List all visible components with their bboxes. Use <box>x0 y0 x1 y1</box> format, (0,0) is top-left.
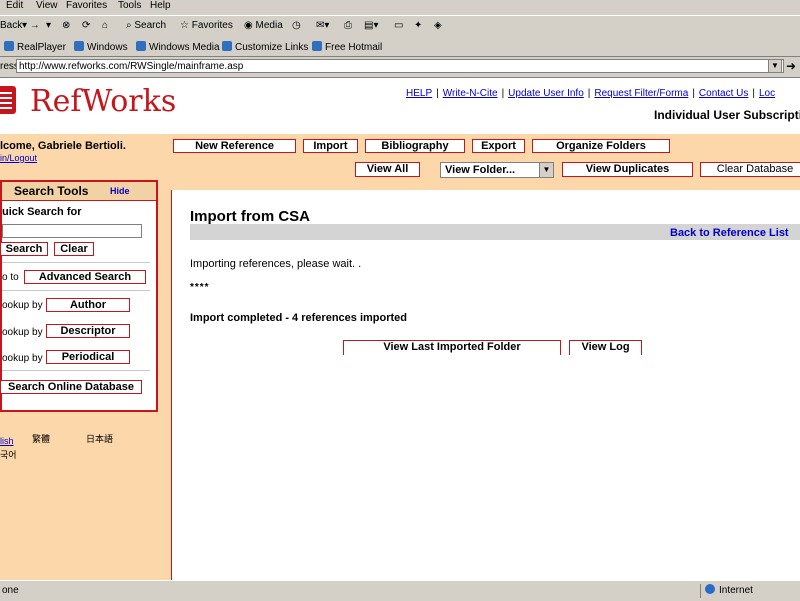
logout-link[interactable]: Loc <box>759 88 775 99</box>
home-icon[interactable]: ⌂ <box>102 20 108 31</box>
search-online-database-button[interactable]: Search Online Database <box>0 380 142 394</box>
request-filter-link[interactable]: Request Filter/Forma <box>594 88 688 99</box>
link-free-hotmail[interactable]: Free Hotmail <box>312 41 382 53</box>
ie-page-icon <box>136 41 146 51</box>
view-log-button[interactable]: View Log <box>569 340 642 355</box>
link-customize-links[interactable]: Customize Links <box>222 41 308 53</box>
view-folder-value: View Folder... <box>445 164 516 176</box>
view-all-button[interactable]: View All <box>355 162 420 177</box>
quick-search-label: uick Search for <box>2 206 82 218</box>
discuss-icon[interactable]: ▭ <box>394 20 403 31</box>
page-header: RefWorks HELP | Write-N-Cite | Update User I… <box>0 78 800 134</box>
globe-icon <box>705 584 715 594</box>
ie-page-icon <box>4 41 14 51</box>
english-link[interactable]: lish <box>0 436 14 446</box>
chevron-down-icon[interactable]: ▼ <box>539 163 553 177</box>
clear-database-button[interactable]: Clear Database <box>700 162 800 177</box>
lookup-label-author: ookup by <box>2 300 43 311</box>
bibliography-button[interactable]: Bibliography <box>365 139 465 153</box>
back-dropdown-icon[interactable]: ▾ → <box>22 20 40 31</box>
view-duplicates-button[interactable]: View Duplicates <box>562 162 693 177</box>
browser-linksbar: RealPlayer Windows Windows Media Customi… <box>0 38 800 57</box>
chinese-link[interactable]: 繁體 <box>32 432 50 445</box>
ie-page-icon <box>312 41 322 51</box>
web-page: RefWorks HELP | Write-N-Cite | Update User I… <box>0 78 800 580</box>
status-text: one <box>2 585 19 596</box>
address-input[interactable]: http://www.refworks.com/RWSingle/mainfra… <box>16 59 784 73</box>
go-icon[interactable]: ➜ <box>786 59 796 73</box>
security-zone: Internet <box>700 584 800 598</box>
subscription-title: Individual User Subscripti <box>654 108 800 122</box>
new-reference-button[interactable]: New Reference <box>173 139 296 153</box>
back-to-reference-list-link[interactable]: Back to Reference List <box>670 227 789 239</box>
browser-statusbar: one Internet <box>0 580 800 601</box>
history-icon[interactable]: ◷ <box>292 20 301 31</box>
importing-message: Importing references, please wait. . <box>190 258 362 270</box>
forward-dropdown-icon[interactable]: ▾ <box>46 20 51 31</box>
korean-link[interactable]: 국어 <box>0 448 17 461</box>
link-windows-media[interactable]: Windows Media <box>136 41 220 53</box>
favorites-button[interactable]: ☆ Favorites <box>180 20 233 31</box>
import-button[interactable]: Import <box>303 139 358 153</box>
clear-button[interactable]: Clear <box>54 242 94 256</box>
browser-addressbar: ress http://www.refworks.com/RWSingle/ma… <box>0 57 800 78</box>
back-button[interactable]: Back <box>0 20 22 31</box>
import-progress: **** <box>190 282 210 293</box>
refresh-icon[interactable]: ⟳ <box>82 20 90 31</box>
browser-menubar: Edit View Favorites Tools Help <box>0 0 800 14</box>
search-tools-panel: Search Tools Hide uick Search for Search… <box>0 180 158 412</box>
goto-label: o to <box>2 272 19 283</box>
lookup-periodical-button[interactable]: Periodical <box>46 350 130 364</box>
mail-icon[interactable]: ✉▾ <box>316 20 329 31</box>
top-links: HELP | Write-N-Cite | Update User Info | Reque… <box>406 88 776 99</box>
media-button[interactable]: ◉ Media <box>244 20 283 31</box>
search-tools-header: Search Tools Hide <box>2 182 156 201</box>
address-dropdown-icon[interactable]: ▼ <box>768 59 782 73</box>
ie-page-icon <box>74 41 84 51</box>
refworks-logo: RefWorks <box>30 84 177 119</box>
menu-edit[interactable]: Edit <box>6 0 23 11</box>
menu-help[interactable]: Help <box>150 0 171 11</box>
advanced-search-button[interactable]: Advanced Search <box>24 270 146 284</box>
refworks-logo-icon <box>0 86 16 114</box>
welcome-text: lcome, Gabriele Bertioli. <box>0 140 126 152</box>
hide-link[interactable]: Hide <box>110 186 130 196</box>
menu-view[interactable]: View <box>36 0 58 11</box>
export-button[interactable]: Export <box>472 139 525 153</box>
help-link[interactable]: HELP <box>406 88 432 99</box>
search-tools-title: Search Tools <box>14 184 89 198</box>
write-n-cite-link[interactable]: Write-N-Cite <box>443 88 498 99</box>
lookup-author-button[interactable]: Author <box>46 298 130 312</box>
search-button[interactable]: Search <box>0 242 48 256</box>
messenger-icon[interactable]: ✦ <box>414 20 422 31</box>
zone-label: Internet <box>719 585 753 596</box>
import-completed-message: Import completed - 4 references imported <box>190 312 407 324</box>
contact-us-link[interactable]: Contact Us <box>699 88 748 99</box>
menu-tools[interactable]: Tools <box>118 0 141 11</box>
browser-toolbar: Back ▾ → ▾ ⊗ ⟳ ⌂ ⌕ Search ☆ Favorites ◉ … <box>0 15 800 39</box>
menu-favorites[interactable]: Favorites <box>66 0 107 11</box>
login-logout-link[interactable]: in/Logout <box>0 153 37 163</box>
view-folder-select[interactable]: View Folder... ▼ <box>440 162 554 178</box>
lookup-descriptor-button[interactable]: Descriptor <box>46 324 130 338</box>
organize-folders-button[interactable]: Organize Folders <box>532 139 670 153</box>
search-button[interactable]: ⌕ Search <box>126 20 166 31</box>
lookup-label-descriptor: ookup by <box>2 327 43 338</box>
main-content: Import from CSA Back to Reference List I… <box>171 190 800 580</box>
stop-icon[interactable]: ⊗ <box>62 20 70 31</box>
link-realplayer[interactable]: RealPlayer <box>4 41 66 53</box>
japanese-link[interactable]: 日本語 <box>86 432 113 445</box>
link-windows[interactable]: Windows <box>74 41 128 53</box>
research-icon[interactable]: ◈ <box>434 20 442 31</box>
quick-search-input[interactable] <box>2 224 142 238</box>
edit-icon[interactable]: ▤▾ <box>364 20 378 31</box>
lookup-label-periodical: ookup by <box>2 353 43 364</box>
update-user-info-link[interactable]: Update User Info <box>508 88 584 99</box>
view-last-imported-folder-button[interactable]: View Last Imported Folder <box>343 340 561 355</box>
ie-page-icon <box>222 41 232 51</box>
page-title: Import from CSA <box>190 208 310 225</box>
print-icon[interactable]: ⎙ <box>344 20 352 31</box>
